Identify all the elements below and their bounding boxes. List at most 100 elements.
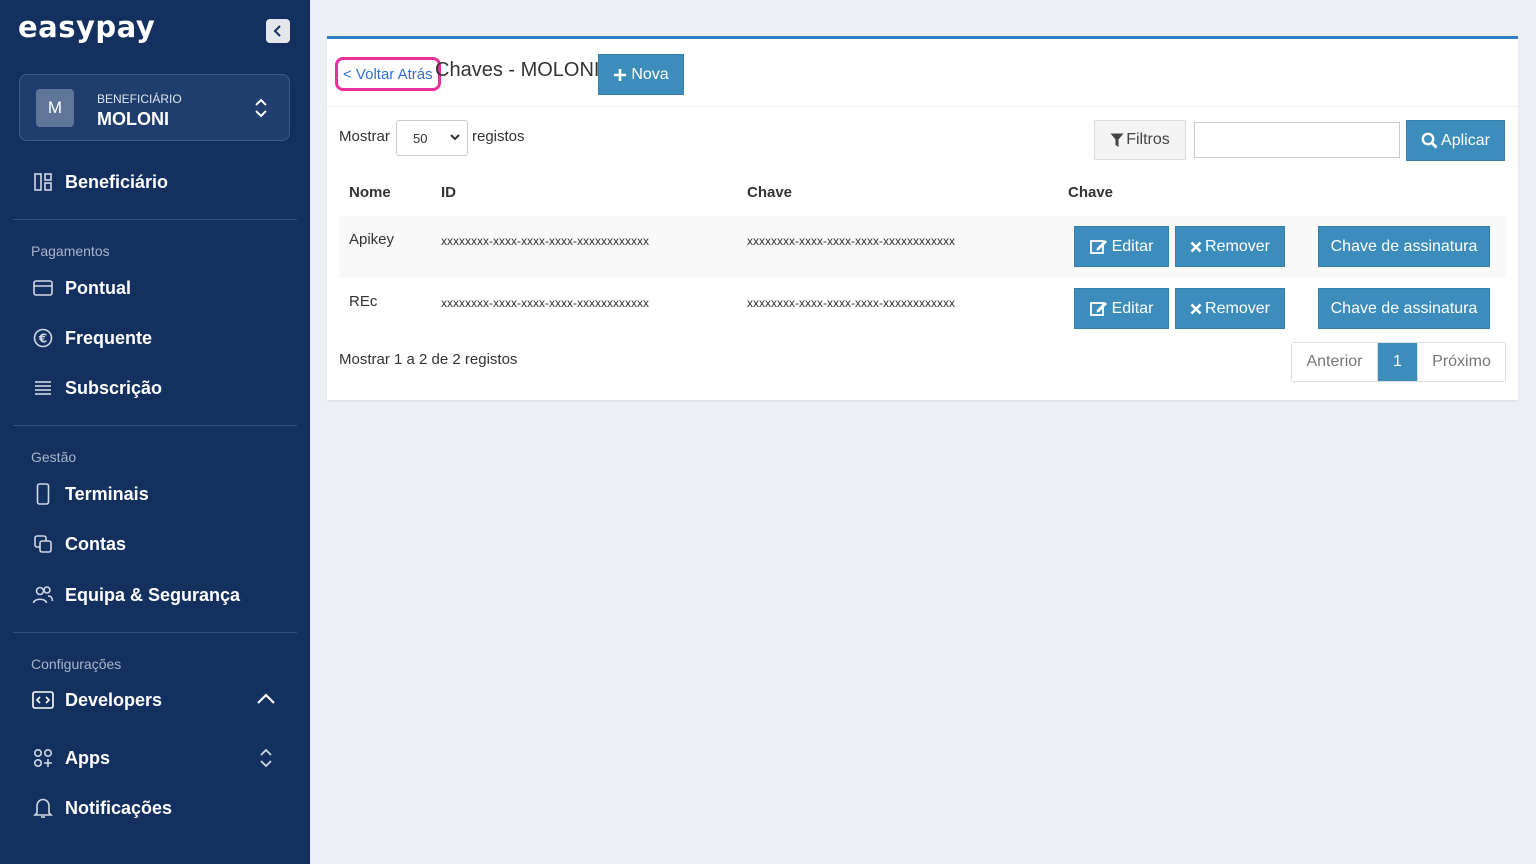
edit-icon [1089, 302, 1107, 316]
plus-icon [614, 68, 627, 81]
sidebar-item-label: Pontual [65, 277, 131, 298]
pagination: Anterior 1 Próximo [1291, 342, 1506, 382]
remove-label: Remover [1205, 237, 1270, 255]
column-header-id[interactable]: ID [441, 184, 456, 201]
bell-icon [32, 797, 54, 819]
sidebar-item-developers[interactable]: Developers [32, 685, 162, 715]
sidebar-item-label: Beneficiário [65, 171, 169, 192]
sidebar-item-label: Contas [65, 533, 127, 554]
chevron-up-down-icon[interactable] [259, 747, 273, 774]
sidebar-item-label: Subscrição [65, 377, 163, 398]
edit-button[interactable]: Editar [1074, 288, 1169, 329]
code-icon [32, 689, 54, 711]
sidebar-item-beneficiario[interactable]: Beneficiário [32, 167, 168, 197]
signature-key-button[interactable]: Chave de assinatura [1318, 226, 1490, 267]
column-header-chave[interactable]: Chave [747, 184, 792, 201]
table-row: REc xxxxxxxx-xxxx-xxxx-xxxx-xxxxxxxxxxxx… [339, 278, 1506, 340]
new-key-label: Nova [631, 65, 669, 83]
euro-icon: € [32, 327, 54, 349]
sidebar-item-frequente[interactable]: € Frequente [32, 323, 152, 353]
sidebar-item-subscricao[interactable]: Subscrição [32, 373, 162, 403]
filter-icon [1110, 133, 1124, 147]
card-icon [32, 277, 54, 299]
apps-icon [32, 747, 54, 769]
divider [13, 632, 297, 633]
column-header-nome[interactable]: Nome [349, 184, 391, 201]
sidebar-item-label: Terminais [65, 483, 149, 504]
users-icon [32, 584, 54, 606]
records-label: registos [472, 128, 525, 145]
filters-label: Filtros [1126, 131, 1170, 148]
search-input[interactable] [1194, 122, 1400, 158]
page-size-value: 50 [413, 130, 428, 146]
divider [13, 219, 297, 220]
key-id: xxxxxxxx-xxxx-xxxx-xxxx-xxxxxxxxxxxx [441, 296, 649, 310]
keys-panel: < Voltar Atrás Chaves - MOLONI Nova Most… [327, 36, 1518, 400]
close-icon [1190, 303, 1202, 314]
list-icon [32, 377, 54, 399]
sidebar-item-label: Equipa & Segurança [65, 584, 241, 605]
sidebar-item-pontual[interactable]: Pontual [32, 273, 131, 303]
sidebar-item-label: Frequente [65, 327, 153, 348]
edit-label: Editar [1111, 299, 1154, 317]
beneficiary-name: MOLONI [97, 109, 169, 129]
filters-button[interactable]: Filtros [1094, 120, 1186, 160]
phone-icon [32, 483, 54, 505]
new-key-button[interactable]: Nova [598, 54, 684, 95]
avatar: M [36, 89, 74, 127]
pagination-page-1[interactable]: 1 [1378, 343, 1417, 381]
pagination-next[interactable]: Próximo [1417, 343, 1505, 381]
edit-button[interactable]: Editar [1074, 226, 1169, 267]
back-link[interactable]: < Voltar Atrás [335, 57, 441, 91]
close-icon [1190, 241, 1202, 252]
remove-button[interactable]: Remover [1175, 226, 1285, 267]
table-row: Apikey xxxxxxxx-xxxx-xxxx-xxxx-xxxxxxxxx… [339, 216, 1506, 278]
remove-label: Remover [1205, 299, 1270, 317]
apply-button[interactable]: Aplicar [1406, 120, 1505, 161]
sidebar-item-contas[interactable]: Contas [32, 529, 126, 559]
sidebar-item-equipa-seguranca[interactable]: Equipa & Segurança [32, 580, 240, 610]
easypay-logo[interactable]: easypay [18, 10, 155, 44]
sidebar-item-label: Apps [65, 747, 110, 768]
chevron-up-icon[interactable] [256, 692, 276, 711]
remove-button[interactable]: Remover [1175, 288, 1285, 329]
signature-key-button[interactable]: Chave de assinatura [1318, 288, 1490, 329]
section-label-pagamentos: Pagamentos [31, 243, 110, 259]
sidebar: easypay M BENEFICIÁRIO MOLONI Beneficiár… [0, 0, 310, 864]
beneficiary-label: BENEFICIÁRIO [97, 92, 182, 106]
sidebar-item-notificacoes[interactable]: Notificações [32, 793, 172, 823]
sidebar-item-apps[interactable]: Apps [32, 743, 110, 773]
svg-text:€: € [38, 332, 47, 346]
chevron-down-icon [449, 131, 461, 146]
divider [13, 425, 297, 426]
edit-icon [1089, 240, 1107, 254]
pagination-previous[interactable]: Anterior [1292, 343, 1378, 381]
page-size-select[interactable]: 50 [396, 120, 468, 156]
search-icon [1421, 132, 1438, 149]
key-id: xxxxxxxx-xxxx-xxxx-xxxx-xxxxxxxxxxxx [441, 234, 649, 248]
table-info: Mostrar 1 a 2 de 2 registos [339, 351, 518, 368]
panel-header: < Voltar Atrás Chaves - MOLONI Nova [327, 39, 1518, 107]
key-name: REc [349, 293, 378, 310]
collapse-sidebar-button[interactable] [266, 19, 290, 43]
copy-icon [32, 533, 54, 555]
dashboard-icon [32, 171, 54, 193]
beneficiary-selector[interactable]: M BENEFICIÁRIO MOLONI [19, 74, 290, 141]
show-label: Mostrar [339, 128, 390, 145]
key-name: Apikey [349, 231, 395, 248]
sidebar-item-label: Notificações [65, 797, 173, 818]
column-header-chave-actions[interactable]: Chave [1068, 184, 1113, 201]
section-label-gestao: Gestão [31, 449, 77, 465]
edit-label: Editar [1111, 237, 1154, 255]
signature-key-label: Chave de assinatura [1330, 299, 1478, 317]
signature-key-label: Chave de assinatura [1330, 237, 1478, 255]
page-title: Chaves - MOLONI [435, 59, 600, 81]
chevron-left-icon [273, 25, 281, 37]
key-value: xxxxxxxx-xxxx-xxxx-xxxx-xxxxxxxxxxxx [747, 296, 955, 310]
apply-label: Aplicar [1441, 131, 1490, 149]
chevron-up-down-icon [254, 97, 268, 124]
section-label-configuracoes: Configurações [31, 656, 122, 672]
sidebar-item-label: Developers [65, 689, 163, 710]
sidebar-item-terminais[interactable]: Terminais [32, 479, 149, 509]
key-value: xxxxxxxx-xxxx-xxxx-xxxx-xxxxxxxxxxxx [747, 234, 955, 248]
